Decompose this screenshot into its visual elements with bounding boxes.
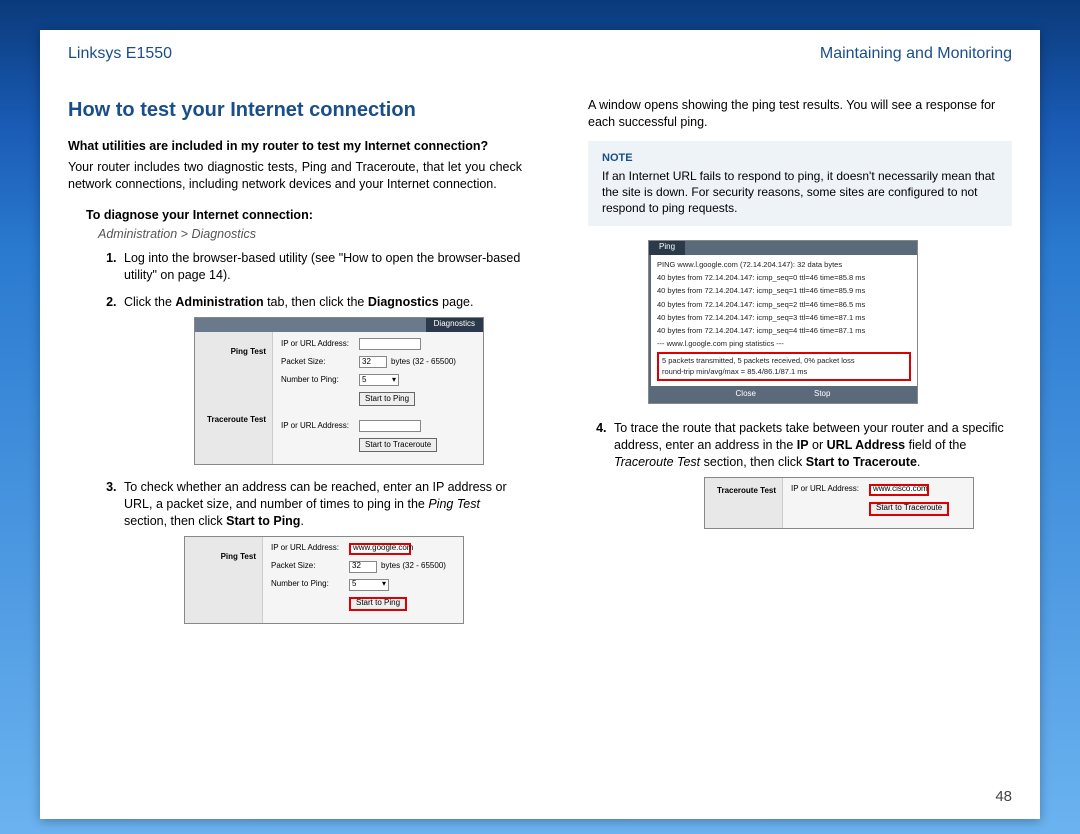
- ip-input-filled[interactable]: www.google.com: [349, 543, 411, 555]
- header-left: Linksys E1550: [68, 45, 172, 63]
- chevron-down-icon: ▾: [382, 579, 386, 590]
- packet-hint-2: bytes (32 - 65500): [381, 561, 446, 572]
- panel: Ping Test Traceroute Test IP or URL Addr…: [195, 332, 483, 464]
- fields-area: IP or URL Address: Packet Size:32 bytes (…: [273, 332, 483, 464]
- note-box: NOTE If an Internet URL fails to respond…: [588, 141, 1012, 226]
- ping-window-tabbar: Ping: [649, 241, 917, 255]
- step-4: To trace the route that packets take bet…: [610, 420, 1012, 529]
- step-2: Click the Administration tab, then click…: [120, 294, 522, 465]
- trace-ip-input[interactable]: [359, 420, 421, 432]
- ping-result-intro: A window opens showing the ping test res…: [588, 97, 1012, 131]
- ping-test-screenshot: Ping Test IP or URL Address:www.google.c…: [184, 536, 464, 624]
- note-title: NOTE: [602, 151, 998, 166]
- start-ping-button-hl[interactable]: Start to Ping: [349, 597, 407, 611]
- panel-2: Ping Test IP or URL Address:www.google.c…: [185, 537, 463, 623]
- page-number: 48: [995, 788, 1012, 805]
- start-ping-button[interactable]: Start to Ping: [359, 392, 415, 406]
- note-body: If an Internet URL fails to respond to p…: [602, 168, 998, 217]
- packet-label: Packet Size:: [281, 357, 359, 368]
- steps-list-right: To trace the route that packets take bet…: [610, 420, 1012, 529]
- num-select-2[interactable]: 5▾: [349, 579, 389, 591]
- side-labels-2: Ping Test: [185, 537, 263, 623]
- content-columns: How to test your Internet connection Wha…: [68, 97, 1012, 638]
- page-header: Linksys E1550 Maintaining and Monitoring: [68, 45, 1012, 67]
- section-title: How to test your Internet connection: [68, 97, 522, 124]
- ip-label: IP or URL Address:: [281, 339, 359, 350]
- packet-hint: bytes (32 - 65500): [391, 357, 456, 368]
- stop-button[interactable]: Stop: [800, 389, 844, 400]
- chevron-down-icon: ▾: [392, 375, 396, 386]
- fields-area-2: IP or URL Address:www.google.com Packet …: [263, 537, 463, 623]
- ip-input[interactable]: [359, 338, 421, 350]
- traceroute-test-label: Traceroute Test: [195, 415, 266, 426]
- question-text: What utilities are included in my router…: [68, 138, 522, 155]
- ping-line: 40 bytes from 72.14.204.147: icmp_seq=3 …: [657, 313, 911, 323]
- diagnostics-screenshot: Diagnostics Ping Test Traceroute Test IP…: [194, 317, 484, 465]
- start-traceroute-button[interactable]: Start to Traceroute: [359, 438, 437, 452]
- trace-ip-label: IP or URL Address:: [791, 484, 869, 495]
- procedure-head: To diagnose your Internet connection:: [86, 207, 522, 224]
- ping-test-label: Ping Test: [195, 347, 266, 358]
- packet-label-2: Packet Size:: [271, 561, 349, 572]
- ping-stats-1: 5 packets transmitted, 5 packets receive…: [662, 356, 906, 366]
- nav-path: Administration > Diagnostics: [98, 226, 522, 243]
- num-label: Number to Ping:: [281, 375, 359, 386]
- packet-input[interactable]: 32: [359, 356, 387, 368]
- ping-line: 40 bytes from 72.14.204.147: icmp_seq=0 …: [657, 273, 911, 283]
- answer-text: Your router includes two diagnostic test…: [68, 159, 522, 193]
- trace-ip-input-filled[interactable]: www.cisco.com: [869, 484, 929, 496]
- steps-list: Log into the browser-based utility (see …: [120, 250, 522, 623]
- ip-label-2: IP or URL Address:: [281, 421, 359, 432]
- ping-line: PING www.l.google.com (72.14.204.147): 3…: [657, 260, 911, 270]
- ping-line: 40 bytes from 72.14.204.147: icmp_seq=2 …: [657, 300, 911, 310]
- right-column: A window opens showing the ping test res…: [558, 97, 1012, 638]
- trace-side-label: Traceroute Test: [705, 478, 783, 528]
- ping-stats-box: 5 packets transmitted, 5 packets receive…: [657, 352, 911, 381]
- trace-fields: IP or URL Address:www.cisco.com Start to…: [783, 478, 973, 528]
- packet-input-2[interactable]: 32: [349, 561, 377, 573]
- diagnostics-tab[interactable]: Diagnostics: [426, 318, 483, 332]
- start-traceroute-button-hl[interactable]: Start to Traceroute: [869, 502, 949, 516]
- ping-line: 40 bytes from 72.14.204.147: icmp_seq=1 …: [657, 286, 911, 296]
- ping-stats-2: round-trip min/avg/max = 85.4/86.1/87.1 …: [662, 367, 906, 377]
- ping-line: 40 bytes from 72.14.204.147: icmp_seq=4 …: [657, 326, 911, 336]
- step-1: Log into the browser-based utility (see …: [120, 250, 522, 284]
- ping-stats-header: --- www.l.google.com ping statistics ---: [657, 339, 911, 349]
- ping-output: PING www.l.google.com (72.14.204.147): 3…: [649, 255, 917, 386]
- ping-window-buttons: Close Stop: [649, 386, 917, 403]
- header-right: Maintaining and Monitoring: [820, 45, 1012, 63]
- close-button[interactable]: Close: [722, 389, 770, 400]
- left-column: How to test your Internet connection Wha…: [68, 97, 522, 638]
- ping-results-window: Ping PING www.l.google.com (72.14.204.14…: [648, 240, 918, 404]
- ping-test-label-2: Ping Test: [185, 552, 256, 563]
- num-label-2: Number to Ping:: [271, 579, 349, 590]
- ip-label-3: IP or URL Address:: [271, 543, 349, 554]
- tab-bar: Diagnostics: [195, 318, 483, 332]
- ping-tab[interactable]: Ping: [649, 241, 685, 255]
- num-select[interactable]: 5▾: [359, 374, 399, 386]
- manual-page: Linksys E1550 Maintaining and Monitoring…: [40, 30, 1040, 819]
- step-3: To check whether an address can be reach…: [120, 479, 522, 624]
- side-labels: Ping Test Traceroute Test: [195, 332, 273, 464]
- traceroute-screenshot: Traceroute Test IP or URL Address:www.ci…: [704, 477, 974, 529]
